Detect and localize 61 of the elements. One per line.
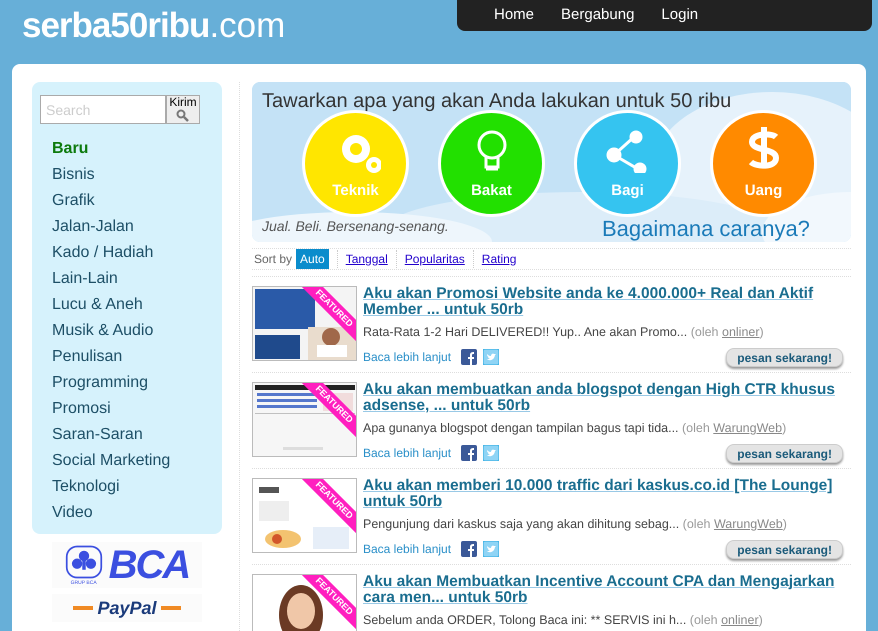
bank-name: BCA [108,545,190,585]
category-link[interactable]: Saran-Saran [52,422,214,448]
sort-option[interactable]: Tanggal [336,250,396,268]
byline: ) [782,421,786,435]
category-link[interactable]: Programming [52,370,214,396]
read-more-link[interactable]: Baca lebih lanjut [363,540,452,558]
category-link[interactable]: Baru [52,136,214,162]
sort-option[interactable]: Auto [296,249,329,269]
search-button[interactable]: Kirim [166,95,200,124]
listing-title[interactable]: Aku akan Promosi Website anda ke 4.000.000+ Real dan Aktif Member ... untuk 50rb [363,286,851,318]
facebook-icon[interactable] [461,541,478,558]
byline: (oleh [690,325,720,339]
byline: (oleh [682,421,711,435]
search-icon [176,109,190,122]
tagline: Jual. Beli. Bersenang-senang. [262,217,449,236]
category-link[interactable]: Grafik [52,188,214,214]
category-link[interactable]: Kado / Hadiah [52,240,214,266]
author-link[interactable]: WarungWeb [714,517,783,531]
listing-description: Apa gunanya blogspot dengan tampilan bagus tapi tida... (oleh WarungWeb) [363,420,788,437]
byline: (oleh [682,517,712,531]
byline: ) [758,613,763,627]
author-link[interactable]: onliner [721,613,759,627]
category-link[interactable]: Teknologi [52,474,214,500]
byline: ) [782,517,787,531]
listing-title[interactable]: Aku akan Membuatkan Incentive Account CPA dan Mengajarkan cara men... untuk 50rb [363,574,851,606]
nav-link[interactable]: Login [661,4,698,27]
read-more-link[interactable]: Baca lebih lanjut [363,348,452,366]
byline: ) [760,325,764,339]
category-link[interactable]: Video [52,500,214,526]
paypal-logo: PayPal [52,594,202,622]
category-link[interactable]: Lain-Lain [52,266,214,292]
listing-title[interactable]: Aku akan membuatkan anda blogspot dengan High CTR khusus adsense, ... untuk 50rb [363,382,851,414]
twitter-icon[interactable] [483,541,500,558]
nav-link[interactable]: Bergabung [561,4,634,27]
category-link[interactable]: Penulisan [52,344,214,370]
category-link[interactable]: Jalan-Jalan [52,214,214,240]
twitter-icon[interactable] [483,349,500,366]
order-button[interactable]: pesan sekarang! [726,540,843,559]
twitter-icon[interactable] [483,445,500,462]
author-link[interactable]: onliner [722,325,760,339]
listing-description: Pengunjung dari kaskus saja yang akan dihitung sebag... (oleh WarungWeb) [363,516,788,533]
author-link[interactable]: WarungWeb [713,421,782,435]
sort-label: Sort by [254,251,292,268]
emblem-icon [64,544,103,580]
listing-description: Rata-Rata 1-2 Hari DELIVERED!! Yup.. Ane akan Promo... (oleh onliner) [363,324,765,341]
facebook-icon[interactable] [461,445,478,462]
listing-description: Sebelum anda ORDER, Tolong Baca ini: ** SERVIS ini h... (oleh onliner) [363,612,764,629]
category-link[interactable]: Social Marketing [52,448,214,474]
sort-option[interactable]: Rating [472,250,524,268]
sort-option[interactable]: Popularitas [396,250,473,268]
category-link[interactable]: Lucu & Aneh [52,292,214,318]
listing-title[interactable]: Aku akan memberi 10.000 traffic dari kaskus.co.id [The Lounge] untuk 50rb [363,478,851,510]
order-button[interactable]: pesan sekarang! [726,348,843,367]
category-link[interactable]: Musik & Audio [52,318,214,344]
category-link[interactable]: Promosi [52,396,214,422]
byline: (oleh [690,613,719,627]
order-button[interactable]: pesan sekarang! [726,444,843,463]
read-more-link[interactable]: Baca lebih lanjut [363,444,452,462]
category-link[interactable]: Bisnis [52,162,214,188]
facebook-icon[interactable] [461,349,478,366]
nav-link[interactable]: Home [494,4,534,27]
